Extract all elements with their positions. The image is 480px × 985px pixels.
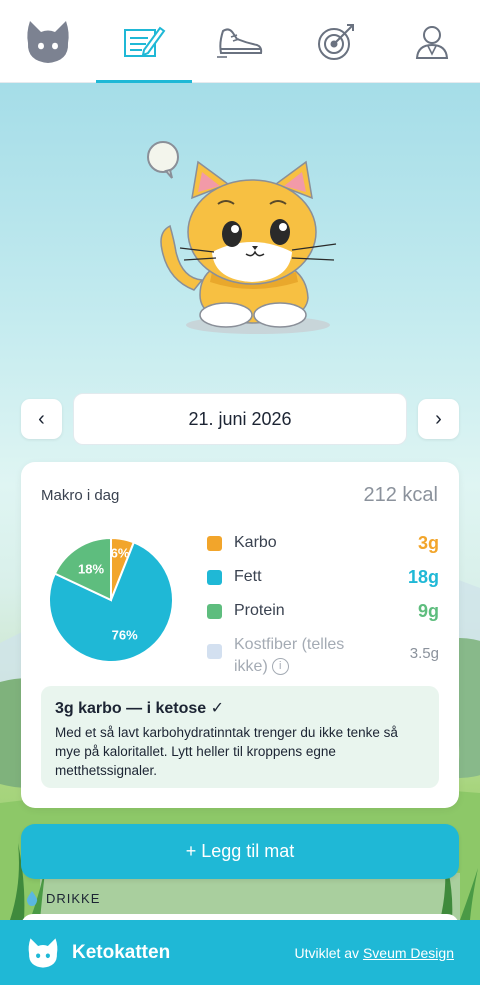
tab-goals[interactable]	[288, 0, 384, 83]
developer-link[interactable]: Sveum Design	[363, 945, 454, 961]
profile-icon	[415, 25, 449, 59]
kcal-total: 212 kcal	[363, 484, 439, 506]
ketosis-title: 3g karbo — i ketose ✓	[55, 700, 225, 717]
add-food-button[interactable]: + Legg til mat	[21, 824, 459, 879]
water-drop-icon	[26, 891, 38, 906]
fiber-label: Kostfiber (telles ikke) i	[234, 634, 374, 678]
fat-value: 18g	[407, 566, 439, 587]
legend-row-fiber: Kostfiber (telles ikke) i 3.5g	[207, 628, 439, 684]
protein-swatch	[207, 603, 222, 619]
date-display[interactable]: 21. juni 2026	[73, 393, 407, 445]
drink-label: DRIKKE	[46, 891, 101, 906]
carbs-swatch	[207, 535, 222, 551]
carbs-value: 3g	[417, 532, 439, 553]
tab-diary[interactable]	[96, 0, 192, 83]
fat-label: Fett	[234, 568, 262, 585]
info-icon[interactable]: i	[271, 658, 289, 676]
ketosis-text: Med et så lavt karbohydratinntak trenger…	[55, 725, 398, 778]
fiber-swatch	[207, 644, 222, 659]
sneaker-icon	[217, 27, 263, 58]
macros-card: Makro i dag 212 kcal 6% 76% 18% Karbo 3g F…	[21, 462, 459, 808]
ketosis-info-box: 3g karbo — i ketose ✓ Med et så lavt kar…	[41, 686, 439, 788]
tab-activity[interactable]	[192, 0, 288, 83]
protein-value: 9g	[417, 600, 439, 621]
pie-label-fett: 76%	[112, 628, 138, 643]
app-footer: Ketokatten Utviklet av Sveum Design	[0, 920, 480, 985]
footer-brand: Ketokatten	[72, 941, 171, 963]
target-icon	[318, 23, 354, 60]
carbs-label: Karbo	[234, 534, 277, 551]
next-day-button[interactable]: ›	[418, 399, 459, 439]
macro-legend: Karbo 3g Fett 18g Protein 9g Kostfiber (…	[207, 526, 439, 684]
top-nav	[0, 0, 480, 83]
fiber-value: 3.5g	[409, 645, 439, 662]
legend-row-carbs: Karbo 3g	[207, 526, 439, 560]
macro-pie-chart: 6%76%18%	[48, 537, 174, 663]
cat-mascot-illustration	[147, 141, 337, 334]
cat-logo-icon	[27, 20, 69, 63]
date-navigator: ‹ 21. juni 2026 ›	[21, 393, 459, 445]
cat-logo-icon	[28, 937, 58, 968]
fiber-label-text: Kostfiber (telles ikke)	[234, 636, 345, 675]
prev-day-button[interactable]: ‹	[21, 399, 62, 439]
protein-label: Protein	[234, 602, 285, 619]
tab-profile[interactable]	[384, 0, 480, 83]
fat-swatch	[207, 569, 222, 585]
food-diary-icon	[124, 26, 166, 57]
legend-row-protein: Protein 9g	[207, 594, 439, 628]
credit-prefix: Utviklet av	[294, 944, 360, 961]
legend-row-fat: Fett 18g	[207, 560, 439, 594]
drink-section-header: DRIKKE	[26, 891, 100, 906]
tab-home[interactable]	[0, 0, 96, 83]
macros-title: Makro i dag	[41, 487, 120, 504]
footer-credit: Utviklet av Sveum Design	[294, 945, 454, 961]
pie-label-protein: 18%	[78, 562, 104, 577]
